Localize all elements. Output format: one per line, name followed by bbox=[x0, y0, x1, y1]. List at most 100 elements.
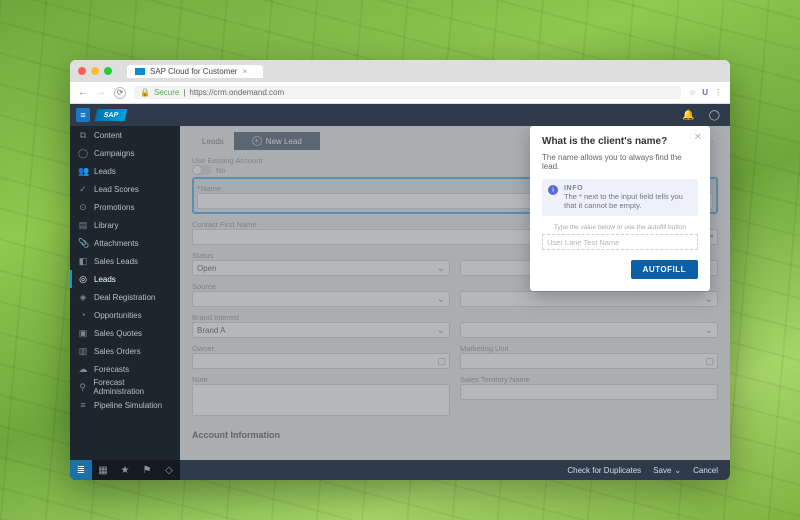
sidebar-item-content[interactable]: ⧉Content bbox=[70, 126, 180, 144]
sidebar-item-label: Sales Orders bbox=[94, 347, 141, 356]
sidebar-item-lead-scores[interactable]: ✓Lead Scores bbox=[70, 180, 180, 198]
info-icon: i bbox=[548, 185, 558, 195]
sidebar-item-label: Sales Leads bbox=[94, 257, 138, 266]
cancel-button[interactable]: Cancel bbox=[693, 466, 718, 475]
select-status-value: Open bbox=[197, 264, 217, 273]
opportunities-icon: ◔ bbox=[78, 310, 88, 320]
select-brand-interest-right[interactable] bbox=[460, 322, 718, 338]
input-sales-territory[interactable] bbox=[460, 384, 718, 400]
footer-flag-icon[interactable]: ⚑ bbox=[136, 460, 158, 480]
sidebar-item-leads[interactable]: 👥Leads bbox=[70, 162, 180, 180]
select-brand-interest[interactable]: Brand A bbox=[192, 322, 450, 338]
campaigns-icon: ◯ bbox=[78, 148, 88, 159]
user-profile-icon[interactable]: ◯ bbox=[709, 110, 720, 121]
select-source-right[interactable] bbox=[460, 291, 718, 307]
valuehelp-icon[interactable]: ▢ bbox=[437, 356, 446, 367]
sidebar-item-label: Lead Scores bbox=[94, 185, 139, 194]
tab-close-icon[interactable]: × bbox=[242, 67, 247, 76]
sales-leads-icon: ◧ bbox=[78, 256, 88, 267]
maximize-window-icon[interactable] bbox=[104, 67, 112, 75]
reload-icon[interactable]: ⟳ bbox=[114, 87, 126, 99]
lock-icon: 🔒 bbox=[140, 88, 150, 97]
label-sales-territory: Sales Territory Name bbox=[460, 375, 718, 384]
sidebar-item-library[interactable]: ▤Library bbox=[70, 216, 180, 234]
input-owner[interactable]: ▢ bbox=[192, 353, 450, 369]
tab-title: SAP Cloud for Customer bbox=[150, 67, 237, 76]
promotions-icon: ⊙ bbox=[78, 202, 88, 213]
favicon-icon bbox=[135, 68, 145, 75]
sidebar-item-campaigns[interactable]: ◯Campaigns bbox=[70, 144, 180, 162]
footer-list-icon[interactable]: ≣ bbox=[70, 460, 92, 480]
browser-window: SAP Cloud for Customer × ← → ⟳ 🔒 Secure … bbox=[70, 60, 730, 480]
sidebar-item-sales-quotes[interactable]: ▣Sales Quotes bbox=[70, 324, 180, 342]
save-button[interactable]: Save ⌄ bbox=[653, 466, 681, 475]
bottom-action-bar: Check for Duplicates Save ⌄ Cancel bbox=[180, 460, 730, 480]
browser-tab[interactable]: SAP Cloud for Customer × bbox=[127, 65, 263, 78]
guide-popover: ✕ What is the client's name? The name al… bbox=[530, 126, 710, 291]
sidebar-item-label: Opportunities bbox=[94, 311, 142, 320]
nav-forward-icon[interactable]: → bbox=[96, 87, 106, 98]
breadcrumb-parent[interactable]: Leads bbox=[192, 137, 234, 146]
hamburger-menu-icon[interactable]: ≡ bbox=[76, 108, 90, 122]
url-field[interactable]: 🔒 Secure | https://crm.ondemand.com bbox=[134, 86, 681, 99]
notifications-icon[interactable]: 🔔 bbox=[682, 110, 694, 121]
close-window-icon[interactable] bbox=[78, 67, 86, 75]
sidebar-item-sales-leads[interactable]: ◧ Sales Leads bbox=[70, 252, 180, 270]
toggle-use-existing[interactable]: No bbox=[192, 165, 226, 175]
sidebar-item-promotions[interactable]: ⊙ Promotions bbox=[70, 198, 180, 216]
input-note[interactable] bbox=[192, 384, 450, 416]
popover-subtitle: The name allows you to always find the l… bbox=[542, 153, 698, 171]
sidebar-item-forecast-administration[interactable]: ⚲Forecast Administration bbox=[70, 378, 180, 396]
select-brand-interest-value: Brand A bbox=[197, 326, 225, 335]
plus-icon: + bbox=[252, 136, 262, 146]
check-duplicates-link[interactable]: Check for Duplicates bbox=[567, 466, 641, 475]
footer-star-icon[interactable]: ★ bbox=[114, 460, 136, 480]
sales-quotes-icon: ▣ bbox=[78, 328, 88, 339]
url-text: https://crm.ondemand.com bbox=[189, 88, 284, 97]
sidebar-item-deal-registration[interactable]: ◈Deal Registration bbox=[70, 288, 180, 306]
popover-autofill-placeholder: User Lane Test Name bbox=[547, 238, 619, 247]
popover-close-icon[interactable]: ✕ bbox=[694, 132, 702, 143]
minimize-window-icon[interactable] bbox=[91, 67, 99, 75]
forecast-administration-icon: ⚲ bbox=[78, 382, 87, 393]
popover-title: What is the client's name? bbox=[542, 136, 698, 147]
footer-nav-icon[interactable]: ◇ bbox=[158, 460, 180, 480]
nav-back-icon[interactable]: ← bbox=[78, 87, 88, 98]
popover-info-label: INFO bbox=[564, 185, 690, 192]
select-status[interactable]: Open bbox=[192, 260, 450, 276]
extension-icon[interactable]: U bbox=[702, 88, 708, 97]
popover-hint: Type the value below or use the autofill… bbox=[542, 224, 698, 231]
sidebar-item-pipeline-simulation[interactable]: ≡Pipeline Simulation bbox=[70, 396, 180, 414]
sidebar-item-label: Attachments bbox=[94, 239, 138, 248]
leads-icon: ◎ bbox=[78, 274, 88, 285]
tab-new-lead[interactable]: + New Lead bbox=[234, 132, 320, 150]
autofill-button[interactable]: AUTOFILL bbox=[631, 260, 698, 279]
footer-grid-icon[interactable]: ▦ bbox=[92, 460, 114, 480]
sidebar-item-forecasts[interactable]: ☁Forecasts bbox=[70, 360, 180, 378]
valuehelp-icon[interactable]: ▢ bbox=[705, 356, 714, 367]
sidebar-item-opportunities[interactable]: ◔ Opportunities bbox=[70, 306, 180, 324]
deal-registration-icon: ◈ bbox=[78, 292, 88, 303]
content-icon: ⧉ bbox=[78, 130, 88, 141]
sidebar-item-label: Leads bbox=[94, 167, 116, 176]
sidebar-item-attachments[interactable]: 📎 Attachments bbox=[70, 234, 180, 252]
label-owner: Owner bbox=[192, 344, 450, 353]
popover-info-text: The * next to the input field tells you … bbox=[564, 192, 690, 210]
secure-label: Secure bbox=[154, 88, 179, 97]
select-source[interactable] bbox=[192, 291, 450, 307]
star-icon[interactable]: ☆ bbox=[689, 88, 696, 97]
input-marketing-unit[interactable]: ▢ bbox=[460, 353, 718, 369]
sidebar-item-sales-orders[interactable]: ▥Sales Orders bbox=[70, 342, 180, 360]
sidebar-item-leads[interactable]: ◎ Leads bbox=[70, 270, 180, 288]
sidebar-item-label: Leads bbox=[94, 275, 116, 284]
sidebar-item-label: Promotions bbox=[94, 203, 134, 212]
app-body: ⧉Content◯Campaigns👥Leads✓Lead Scores ⊙ Pro… bbox=[70, 126, 730, 480]
sidebar-item-label: Forecasts bbox=[94, 365, 129, 374]
sidebar-item-label: Pipeline Simulation bbox=[94, 401, 162, 410]
section-account-info: Account Information bbox=[192, 430, 718, 440]
sidebar: ⧉Content◯Campaigns👥Leads✓Lead Scores ⊙ Pro… bbox=[70, 126, 180, 480]
menu-icon[interactable]: ⋮ bbox=[714, 88, 722, 97]
popover-autofill-input[interactable]: User Lane Test Name bbox=[542, 234, 698, 250]
attachments-icon: 📎 bbox=[78, 238, 88, 249]
chevron-down-icon: ⌄ bbox=[674, 466, 681, 475]
